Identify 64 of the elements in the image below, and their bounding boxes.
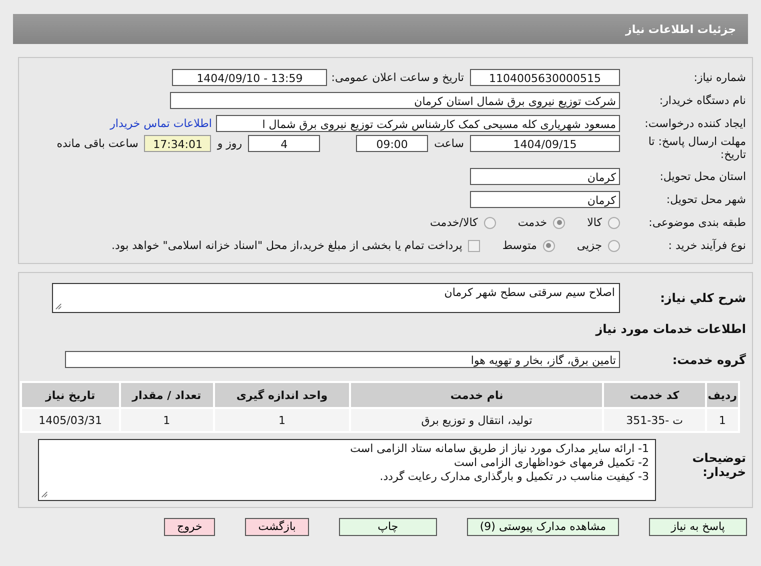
- buyer-field: شرکت توزیع نیروی برق شمال استان کرمان: [170, 92, 620, 109]
- table-cell: 1: [706, 409, 738, 431]
- section-title: اطلاعات خدمات مورد نیاز: [596, 322, 746, 336]
- buyer-contact-link[interactable]: اطلاعات تماس خریدار: [110, 117, 212, 130]
- summary-text: اصلاح سیم سرقتی سطح شهر کرمان: [444, 286, 615, 299]
- radio-button[interactable]: [553, 216, 566, 228]
- radio-label: کالا: [587, 216, 602, 229]
- action-button[interactable]: پاسخ به نیاز: [649, 518, 747, 536]
- resize-grip-icon[interactable]: [55, 303, 62, 310]
- field-label: طبقه بندی موضوعی:: [648, 216, 746, 229]
- time-label: ساعت: [434, 136, 464, 152]
- action-button[interactable]: بازگشت: [245, 518, 309, 536]
- field-label: استان محل تحویل:: [658, 170, 746, 183]
- days-label: روز و: [217, 136, 242, 152]
- field-label: نام دستگاه خریدار:: [658, 94, 746, 107]
- column-header: تاریخ نیاز: [22, 383, 119, 407]
- table-cell: ت -35-351: [604, 409, 705, 431]
- field-label: ایجاد کننده درخواست:: [644, 117, 746, 130]
- column-header: نام خدمت: [351, 383, 602, 407]
- note-line: 1- ارائه سایر مدارک مورد نیاز از طریق سامانه ستاد الزامی است: [349, 442, 649, 456]
- table-cell: 1405/03/31: [22, 409, 119, 431]
- column-header: تعداد / مقدار: [120, 383, 213, 407]
- field-label: شرح کلي نياز:: [659, 291, 746, 305]
- field-label: تاریخ و ساعت اعلان عمومی:: [331, 71, 464, 84]
- radio-label: جزیی: [576, 239, 602, 252]
- remaining-label: ساعت باقی مانده: [56, 136, 138, 152]
- radio-label: متوسط: [502, 239, 537, 252]
- payment-note: پرداخت تمام یا بخشی از مبلغ خرید،از محل "اسناد خزانه اسلامی" خواهد بود.: [112, 239, 462, 252]
- column-header: ردیف: [706, 383, 738, 407]
- table-cell: 1: [120, 409, 213, 431]
- deadline-date-field: 1404/09/15: [470, 135, 620, 152]
- radio-button[interactable]: [484, 216, 496, 228]
- announce-date-field: 1404/09/10 - 13:59: [172, 69, 328, 86]
- note-line: 3- کیفیت مناسب در تکمیل و بارگذاری مدارک رعایت گردد.: [378, 470, 649, 484]
- field-label: مهلت ارسال پاسخ: تا تاریخ:: [647, 135, 746, 161]
- action-button[interactable]: خروج: [164, 518, 216, 536]
- note-line: 2- تکمیل فرمهای خوداظهاری الزامی است: [452, 456, 649, 470]
- radio-button[interactable]: [608, 240, 620, 252]
- field-label: شماره نیاز:: [692, 71, 746, 84]
- resize-grip-icon[interactable]: [41, 491, 48, 498]
- service-group-field: تامین برق، گاز، بخار و تهویه هوا: [65, 351, 620, 368]
- radio-button[interactable]: [608, 216, 620, 228]
- need-number-field: 1104005630000515: [470, 69, 620, 86]
- days-field: 4: [248, 135, 320, 152]
- table-cell: تولید، انتقال و توزیع برق: [351, 409, 602, 431]
- radio-label: خدمت: [518, 216, 548, 229]
- column-header: واحد اندازه گیری: [214, 383, 350, 407]
- field-label: نوع فرآیند خرید :: [667, 239, 746, 252]
- column-header: کد خدمت: [604, 383, 705, 407]
- field-label: توضیحات خریدار:: [691, 451, 746, 479]
- radio-label: کالا/خدمت: [430, 216, 478, 229]
- page-title: جزئیات اطلاعات نیاز: [626, 22, 736, 36]
- province-field: کرمان: [470, 168, 620, 185]
- field-label: گروه خدمت:: [671, 352, 746, 366]
- action-button[interactable]: چاپ: [338, 518, 437, 536]
- remaining-time-field: 17:34:01: [144, 135, 212, 152]
- radio-button[interactable]: [542, 240, 555, 252]
- deadline-time-field: 09:00: [356, 135, 428, 152]
- field-label: شهر محل تحویل:: [665, 193, 746, 206]
- action-button[interactable]: مشاهده مدارک پیوستی (9): [466, 518, 619, 536]
- city-field: کرمان: [470, 191, 620, 208]
- requester-field: مسعود شهریاری کله مسیحی کمک کارشناس شرکت توزیع نیروی برق شمال ا: [216, 115, 620, 132]
- table-cell: 1: [214, 409, 350, 431]
- checkbox[interactable]: [468, 240, 480, 252]
